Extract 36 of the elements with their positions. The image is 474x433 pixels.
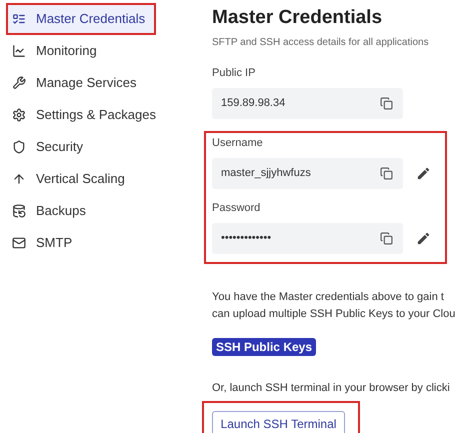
credential-field[interactable]: ••••••••••••• (212, 222, 403, 254)
page-subtitle: SFTP and SSH access details for all applications (212, 36, 430, 50)
copy-icon[interactable] (380, 232, 393, 245)
ssh-public-keys-button[interactable]: SSH Public Keys (212, 338, 316, 356)
arrow-up-icon (12, 172, 26, 186)
backup-icon (12, 204, 26, 218)
sidebar-item[interactable]: Master Credentials (8, 5, 154, 33)
launch-ssh-terminal-button[interactable]: Launch SSH Terminal (212, 411, 345, 433)
sidebar-item[interactable]: Backups (8, 197, 154, 225)
sidebar-item[interactable]: Manage Services (8, 69, 154, 97)
settings-icon (12, 108, 26, 122)
list-icon (12, 12, 26, 26)
info-paragraph: You have the Master credentials above to gain t can upload multiple SSH Public Keys to your Clou (212, 290, 456, 322)
shield-icon (12, 140, 26, 154)
credential-field[interactable]: 159.89.98.34 (212, 88, 403, 119)
field-value: master_sjjyhwfuzs (221, 166, 311, 181)
sidebar-item[interactable]: Monitoring (8, 37, 154, 65)
chart-icon (12, 44, 26, 58)
field-value: 159.89.98.34 (221, 96, 286, 111)
terminal-text: Or, launch SSH terminal in your browser by clicki (212, 380, 451, 396)
sidebar-item[interactable]: Security (8, 133, 154, 161)
sidebar-item[interactable]: Vertical Scaling (8, 165, 154, 193)
edit-icon[interactable] (416, 166, 431, 181)
mail-icon (12, 236, 26, 250)
edit-icon[interactable] (416, 230, 431, 246)
field-label: Password (212, 202, 262, 214)
field-value: ••••••••••••• (221, 231, 272, 246)
field-label: Public IP (212, 68, 256, 79)
wrench-icon (12, 76, 26, 90)
field-label: Username (212, 138, 264, 149)
sidebar-item[interactable]: SMTP (8, 229, 154, 257)
copy-icon[interactable] (380, 96, 393, 110)
credential-field[interactable]: master_sjjyhwfuzs (212, 158, 403, 189)
sidebar-item[interactable]: Settings & Packages (8, 101, 154, 129)
page-title: Master Credentials (212, 6, 384, 30)
copy-icon[interactable] (380, 166, 393, 180)
